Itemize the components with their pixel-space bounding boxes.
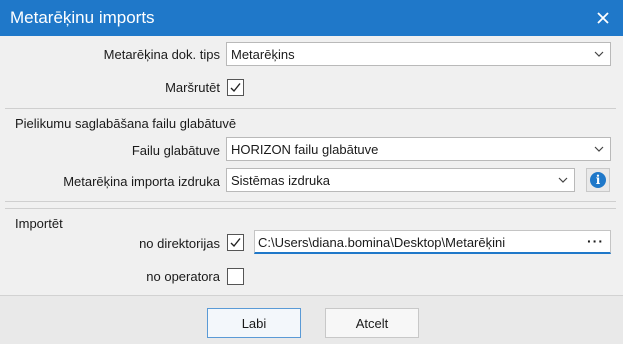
route-label: Maršrutēt [165, 80, 220, 95]
checkmark-icon [230, 83, 241, 93]
dialog-footer: Labi Atcelt [0, 295, 623, 344]
dir-path-input[interactable]: C:\Users\diana.bomina\Desktop\Metarēķini… [254, 230, 611, 254]
print-value: Sistēmas izdruka [231, 173, 330, 188]
dir-checkbox[interactable] [227, 234, 244, 251]
route-checkbox[interactable] [227, 79, 244, 96]
ok-button[interactable]: Labi [207, 308, 301, 338]
info-button[interactable]: i [586, 168, 610, 192]
title-bar: Metarēķinu imports [0, 0, 623, 36]
browse-button[interactable]: ··· [587, 233, 604, 249]
dialog-content: Metarēķina dok. tips Metarēķins Maršrutē… [0, 36, 623, 296]
attachments-section-title: Pielikumu saglabāšana failu glabātuvē [15, 116, 237, 131]
import-section-title: Importēt [15, 216, 63, 231]
chevron-down-icon [594, 51, 604, 57]
cancel-button[interactable]: Atcelt [325, 308, 419, 338]
doc-type-label: Metarēķina dok. tips [103, 47, 220, 62]
close-button[interactable] [583, 0, 623, 36]
close-icon [597, 12, 609, 24]
dir-path-value: C:\Users\diana.bomina\Desktop\Metarēķini [258, 235, 506, 250]
operator-checkbox[interactable] [227, 268, 244, 285]
dir-label: no direktorijas [139, 236, 220, 251]
storage-label: Failu glabātuve [131, 143, 220, 158]
doc-type-value: Metarēķins [231, 47, 295, 62]
print-dropdown[interactable]: Sistēmas izdruka [226, 168, 575, 192]
chevron-down-icon [594, 146, 604, 152]
window-title: Metarēķinu imports [10, 8, 155, 27]
checkmark-icon [230, 238, 241, 248]
print-label: Metarēķina importa izdruka [63, 174, 220, 189]
storage-dropdown[interactable]: HORIZON failu glabātuve [226, 137, 611, 161]
storage-value: HORIZON failu glabātuve [231, 142, 379, 157]
doc-type-dropdown[interactable]: Metarēķins [226, 42, 611, 66]
operator-label: no operatora [146, 269, 220, 284]
chevron-down-icon [558, 177, 568, 183]
info-icon: i [590, 172, 606, 188]
